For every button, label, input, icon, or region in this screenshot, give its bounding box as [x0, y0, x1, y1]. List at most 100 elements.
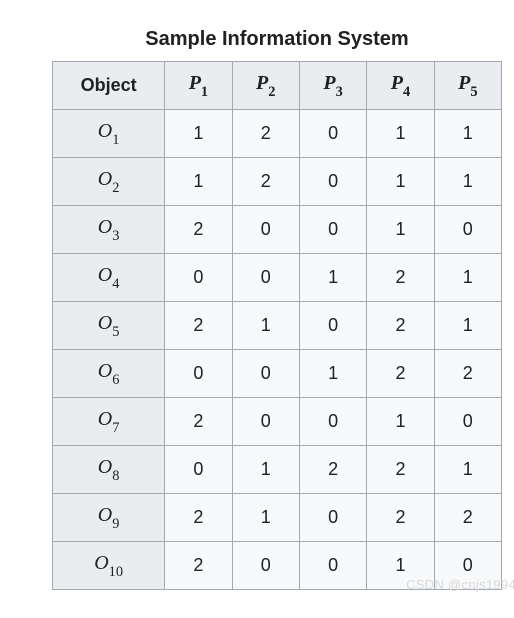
row-label: O6 [53, 350, 165, 398]
cell-value: 0 [299, 494, 366, 542]
header-p3: P3 [299, 62, 366, 110]
cell-value: 0 [232, 254, 299, 302]
cell-value: 1 [434, 110, 501, 158]
table-row: O801221 [53, 446, 502, 494]
cell-value: 1 [367, 398, 434, 446]
cell-value: 0 [232, 350, 299, 398]
cell-value: 0 [299, 206, 366, 254]
cell-value: 1 [232, 446, 299, 494]
table-row: O720010 [53, 398, 502, 446]
o-letter: O [98, 168, 112, 190]
table-row: O921022 [53, 494, 502, 542]
row-label: O9 [53, 494, 165, 542]
cell-value: 0 [299, 110, 366, 158]
p-letter: P [189, 72, 201, 94]
cell-value: 0 [165, 254, 232, 302]
cell-value: 0 [165, 446, 232, 494]
p-sub: 1 [201, 84, 208, 100]
cell-value: 1 [299, 350, 366, 398]
cell-value: 2 [232, 110, 299, 158]
row-label: O10 [53, 542, 165, 590]
o-letter: O [98, 312, 112, 334]
o-sub: 10 [109, 564, 123, 580]
table-row: O320010 [53, 206, 502, 254]
p-sub: 3 [336, 84, 343, 100]
cell-value: 2 [165, 494, 232, 542]
cell-value: 1 [367, 158, 434, 206]
p-sub: 4 [403, 84, 410, 100]
o-sub: 5 [112, 324, 119, 340]
table-row: O212011 [53, 158, 502, 206]
o-letter: O [98, 216, 112, 238]
cell-value: 1 [434, 302, 501, 350]
cell-value: 1 [434, 158, 501, 206]
cell-value: 1 [434, 446, 501, 494]
header-p2: P2 [232, 62, 299, 110]
p-sub: 2 [268, 84, 275, 100]
header-object: Object [53, 62, 165, 110]
cell-value: 1 [299, 254, 366, 302]
cell-value: 2 [232, 158, 299, 206]
o-sub: 3 [112, 228, 119, 244]
header-p1: P1 [165, 62, 232, 110]
cell-value: 0 [232, 542, 299, 590]
p-letter: P [458, 72, 470, 94]
row-label: O3 [53, 206, 165, 254]
table-body: O112011O212011O320010O400121O521021O6001… [53, 110, 502, 590]
o-sub: 1 [112, 132, 119, 148]
table-row: O112011 [53, 110, 502, 158]
row-label: O7 [53, 398, 165, 446]
o-sub: 8 [112, 468, 119, 484]
o-letter: O [98, 360, 112, 382]
cell-value: 2 [367, 446, 434, 494]
cell-value: 0 [299, 302, 366, 350]
table-row: O521021 [53, 302, 502, 350]
o-letter: O [98, 504, 112, 526]
cell-value: 0 [165, 350, 232, 398]
cell-value: 0 [299, 398, 366, 446]
cell-value: 2 [367, 302, 434, 350]
cell-value: 0 [232, 398, 299, 446]
cell-value: 1 [367, 110, 434, 158]
o-letter: O [98, 264, 112, 286]
row-label: O1 [53, 110, 165, 158]
cell-value: 1 [434, 254, 501, 302]
p-letter: P [323, 72, 335, 94]
watermark-text: CSDN @cnjs1994 [406, 577, 514, 592]
info-system-table: Sample Information System Object P1 P2 P… [52, 20, 502, 590]
cell-value: 1 [232, 302, 299, 350]
cell-value: 2 [367, 494, 434, 542]
cell-value: 2 [165, 302, 232, 350]
p-letter: P [391, 72, 403, 94]
row-label: O4 [53, 254, 165, 302]
cell-value: 2 [434, 494, 501, 542]
cell-value: 0 [299, 158, 366, 206]
cell-value: 2 [165, 542, 232, 590]
cell-value: 0 [299, 542, 366, 590]
o-letter: O [98, 408, 112, 430]
p-letter: P [256, 72, 268, 94]
row-label: O5 [53, 302, 165, 350]
cell-value: 1 [165, 158, 232, 206]
cell-value: 1 [165, 110, 232, 158]
cell-value: 2 [434, 350, 501, 398]
o-sub: 4 [112, 276, 119, 292]
o-letter: O [94, 552, 108, 574]
o-sub: 9 [112, 516, 119, 532]
o-sub: 2 [112, 180, 119, 196]
cell-value: 2 [367, 350, 434, 398]
cell-value: 0 [434, 398, 501, 446]
table-row: O600122 [53, 350, 502, 398]
header-p4: P4 [367, 62, 434, 110]
cell-value: 1 [232, 494, 299, 542]
table-row: O400121 [53, 254, 502, 302]
header-p5: P5 [434, 62, 501, 110]
cell-value: 2 [367, 254, 434, 302]
cell-value: 2 [165, 398, 232, 446]
o-letter: O [98, 120, 112, 142]
header-row: Object P1 P2 P3 P4 P5 [53, 62, 502, 110]
table-title: Sample Information System [52, 20, 502, 61]
cell-value: 1 [367, 206, 434, 254]
cell-value: 2 [299, 446, 366, 494]
cell-value: 0 [434, 206, 501, 254]
